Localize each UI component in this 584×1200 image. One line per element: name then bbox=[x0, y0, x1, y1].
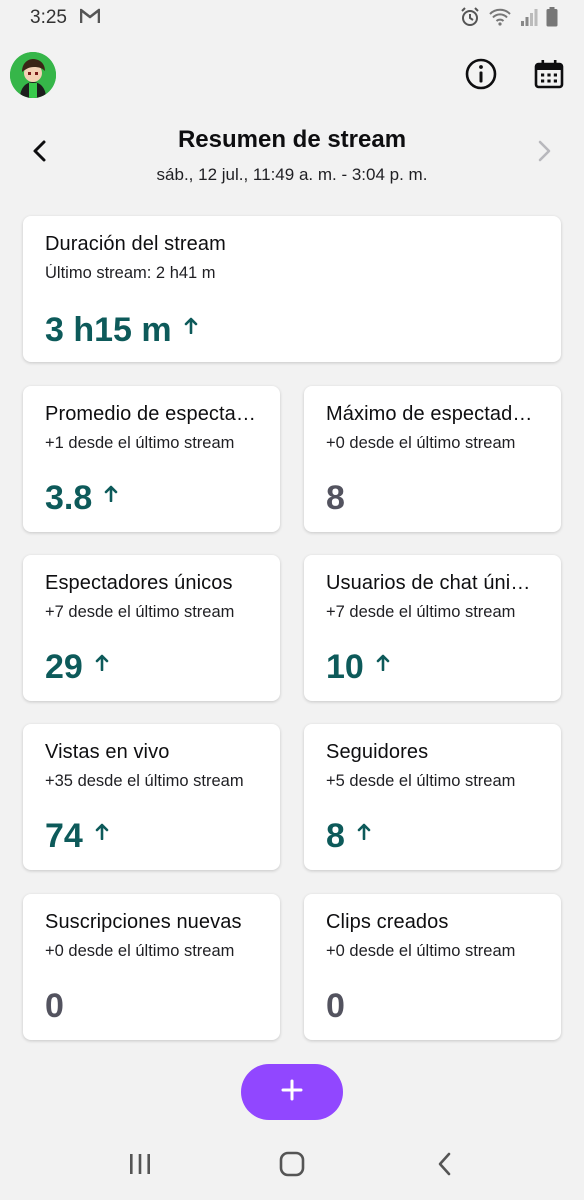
card-title: Promedio de espectadores bbox=[45, 403, 258, 425]
arrow-up-icon bbox=[376, 653, 390, 676]
card-value: 8 bbox=[326, 817, 345, 855]
card-subtitle: +7 desde el último stream bbox=[326, 603, 516, 621]
system-navigation-bar bbox=[0, 1130, 584, 1200]
stream-date-range: sáb., 12 jul., 11:49 a. m. - 3:04 p. m. bbox=[156, 165, 428, 184]
card-title: Espectadores únicos bbox=[45, 572, 233, 594]
card-subtitle: +5 desde el último stream bbox=[326, 772, 516, 790]
arrow-up-icon bbox=[357, 822, 371, 845]
status-bar: 3:25 bbox=[0, 0, 584, 36]
new-subscriptions-card[interactable]: Suscripciones nuevas +0 desde el último s… bbox=[23, 894, 280, 1040]
clips-created-card[interactable]: Clips creados +0 desde el último stream 0 bbox=[304, 894, 561, 1040]
home-button[interactable] bbox=[272, 1148, 312, 1184]
max-viewers-card[interactable]: Máximo de espectadores +0 desde el último… bbox=[304, 386, 561, 532]
card-subtitle: +7 desde el último stream bbox=[45, 603, 235, 621]
chevron-right-icon bbox=[536, 139, 554, 168]
card-title: Máximo de espectadores bbox=[326, 403, 539, 425]
recent-apps-button[interactable] bbox=[120, 1148, 160, 1184]
battery-icon bbox=[546, 7, 558, 27]
avatar[interactable] bbox=[10, 52, 56, 98]
card-value: 0 bbox=[45, 987, 64, 1025]
alarm-icon bbox=[460, 7, 480, 27]
add-button[interactable] bbox=[241, 1064, 343, 1120]
gmail-icon bbox=[79, 8, 101, 26]
unique-chatters-card[interactable]: Usuarios de chat únicos +7 desde el últim… bbox=[304, 555, 561, 701]
arrow-up-icon bbox=[95, 822, 109, 845]
card-title: Vistas en vivo bbox=[45, 741, 170, 763]
card-value: 3.8 bbox=[45, 479, 93, 517]
card-value: 3 h15 m bbox=[45, 311, 172, 349]
card-value: 0 bbox=[326, 987, 345, 1025]
card-subtitle: +1 desde el último stream bbox=[45, 434, 235, 452]
arrow-up-icon bbox=[95, 653, 109, 676]
card-subtitle: +35 desde el último stream bbox=[45, 772, 244, 790]
card-value: 74 bbox=[45, 817, 83, 855]
card-subtitle: +0 desde el último stream bbox=[326, 434, 516, 452]
card-subtitle: Último stream: 2 h41 m bbox=[45, 264, 216, 282]
arrow-up-icon bbox=[184, 316, 198, 339]
live-views-card[interactable]: Vistas en vivo +35 desde el último stream… bbox=[23, 724, 280, 870]
card-subtitle: +0 desde el último stream bbox=[45, 942, 235, 960]
card-title: Clips creados bbox=[326, 911, 449, 933]
card-title: Usuarios de chat únicos bbox=[326, 572, 539, 594]
card-title: Seguidores bbox=[326, 741, 429, 763]
calendar-icon[interactable] bbox=[530, 55, 568, 93]
status-time: 3:25 bbox=[30, 7, 67, 28]
info-icon[interactable] bbox=[462, 55, 500, 93]
home-icon bbox=[279, 1151, 305, 1182]
stream-duration-card[interactable]: Duración del stream Último stream: 2 h41… bbox=[23, 216, 561, 362]
arrow-up-icon bbox=[104, 484, 118, 507]
back-icon bbox=[436, 1152, 454, 1181]
card-value: 8 bbox=[326, 479, 345, 517]
recent-apps-icon bbox=[127, 1153, 153, 1180]
followers-card[interactable]: Seguidores +5 desde el último stream 8 bbox=[304, 724, 561, 870]
next-stream-button[interactable] bbox=[530, 138, 560, 168]
card-subtitle: +0 desde el último stream bbox=[326, 942, 516, 960]
signal-icon bbox=[520, 8, 538, 26]
plus-icon bbox=[280, 1078, 304, 1107]
unique-viewers-card[interactable]: Espectadores únicos +7 desde el último st… bbox=[23, 555, 280, 701]
card-title: Duración del stream bbox=[45, 233, 226, 255]
card-value: 10 bbox=[326, 648, 364, 686]
card-title: Suscripciones nuevas bbox=[45, 911, 242, 933]
page-title: Resumen de stream bbox=[177, 126, 407, 153]
back-button[interactable] bbox=[425, 1148, 465, 1184]
wifi-icon bbox=[488, 7, 512, 27]
card-value: 29 bbox=[45, 648, 83, 686]
average-viewers-card[interactable]: Promedio de espectadores +1 desde el últi… bbox=[23, 386, 280, 532]
